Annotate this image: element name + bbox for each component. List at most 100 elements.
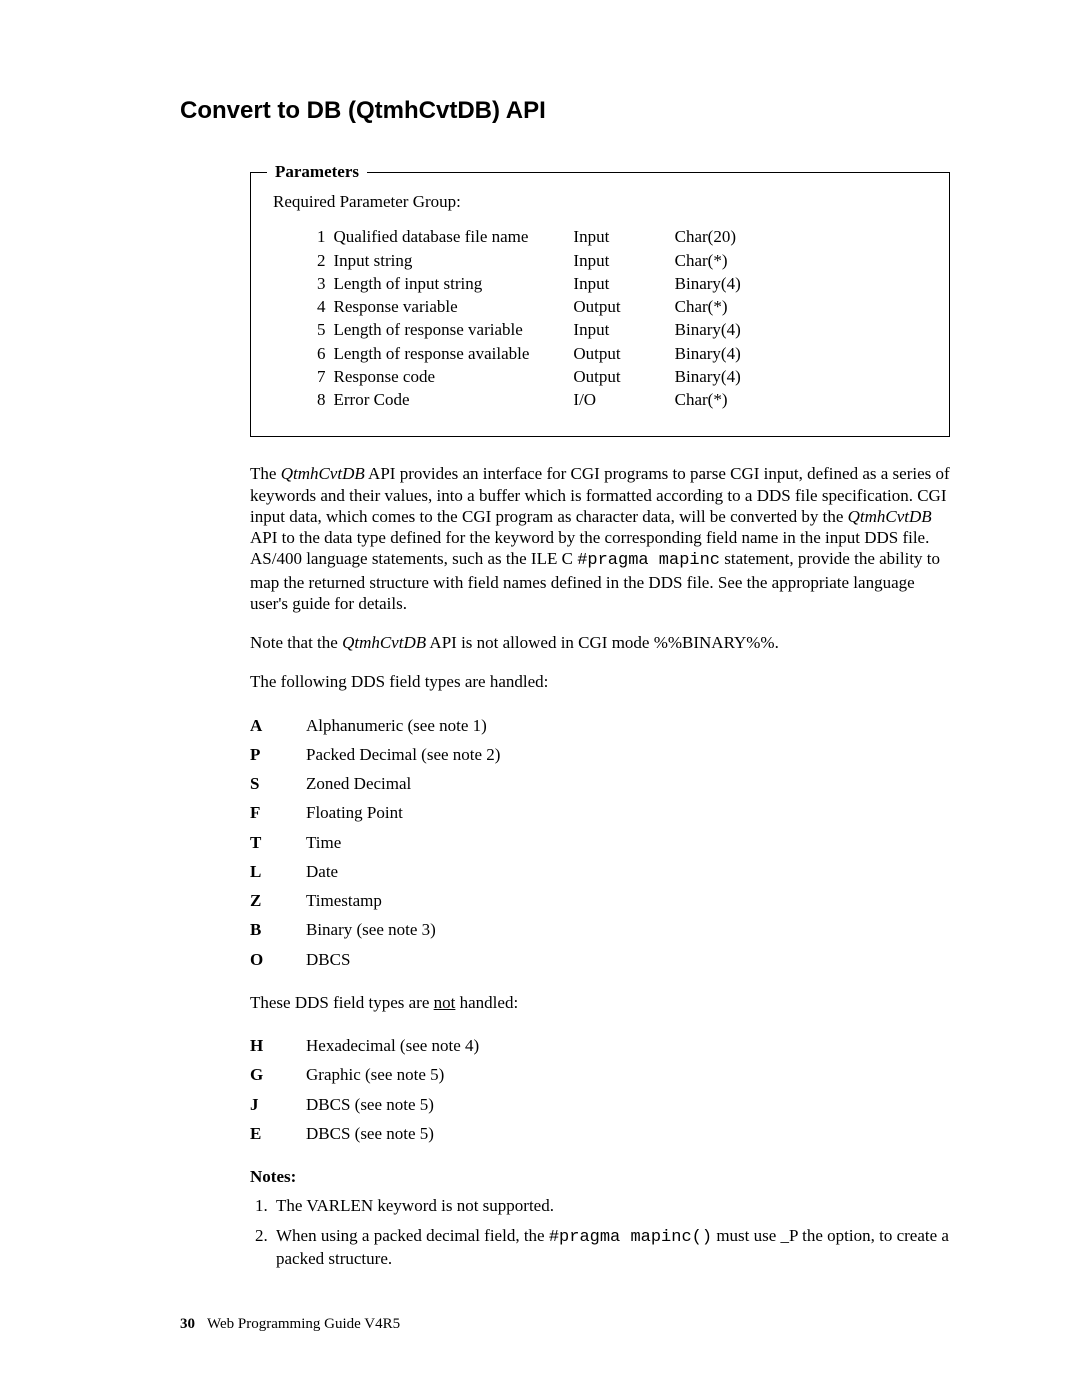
dds-code: T — [250, 832, 306, 853]
param-type: Char(*) — [635, 389, 755, 412]
not-handled-list: HHexadecimal (see note 4) GGraphic (see … — [250, 1031, 950, 1148]
table-row: 7 Response code Output Binary(4) — [317, 366, 755, 389]
required-parameter-group-label: Required Parameter Group: — [273, 191, 927, 212]
param-number: 1 — [317, 226, 334, 249]
api-name: QtmhCvtDB — [281, 464, 365, 483]
dds-desc: DBCS (see note 5) — [306, 1094, 434, 1115]
param-type: Binary(4) — [635, 343, 755, 366]
dds-code: G — [250, 1064, 306, 1085]
param-desc: Response code — [334, 366, 544, 389]
handled-list: AAlphanumeric (see note 1) PPacked Decim… — [250, 711, 950, 974]
dds-code: H — [250, 1035, 306, 1056]
param-number: 6 — [317, 343, 334, 366]
list-item: SZoned Decimal — [250, 769, 950, 798]
param-desc: Response variable — [334, 296, 544, 319]
param-desc: Qualified database file name — [334, 226, 544, 249]
param-type: Char(*) — [635, 250, 755, 273]
dds-desc: Date — [306, 861, 338, 882]
paragraph-2: Note that the QtmhCvtDB API is not allow… — [250, 632, 950, 653]
parameters-legend: Parameters — [267, 161, 367, 182]
page-title: Convert to DB (QtmhCvtDB) API — [180, 96, 950, 126]
dds-desc: Binary (see note 3) — [306, 919, 436, 940]
paragraph-1: The QtmhCvtDB API provides an interface … — [250, 463, 950, 614]
table-row: 5 Length of response variable Input Bina… — [317, 319, 755, 342]
param-direction: Output — [543, 366, 634, 389]
dds-desc: DBCS — [306, 949, 350, 970]
param-direction: Output — [543, 343, 634, 366]
api-name: QtmhCvtDB — [848, 507, 932, 526]
param-desc: Input string — [334, 250, 544, 273]
param-type: Binary(4) — [635, 273, 755, 296]
param-desc: Length of response available — [334, 343, 544, 366]
list-item: PPacked Decimal (see note 2) — [250, 740, 950, 769]
param-type: Binary(4) — [635, 366, 755, 389]
page-footer: 30 Web Programming Guide V4R5 — [180, 1315, 950, 1334]
dds-desc: Packed Decimal (see note 2) — [306, 744, 500, 765]
dds-code: Z — [250, 890, 306, 911]
dds-desc: Graphic (see note 5) — [306, 1064, 444, 1085]
dds-desc: Timestamp — [306, 890, 382, 911]
list-item: TTime — [250, 828, 950, 857]
list-item: HHexadecimal (see note 4) — [250, 1031, 950, 1060]
param-type: Char(*) — [635, 296, 755, 319]
dds-code: A — [250, 715, 306, 736]
dds-code: J — [250, 1094, 306, 1115]
code-pragma: #pragma mapinc() — [549, 1228, 712, 1247]
handled-intro: The following DDS field types are handle… — [250, 671, 950, 692]
table-row: 4 Response variable Output Char(*) — [317, 296, 755, 319]
dds-code: O — [250, 949, 306, 970]
list-item: EDBCS (see note 5) — [250, 1119, 950, 1148]
list-item: GGraphic (see note 5) — [250, 1060, 950, 1089]
table-row: 6 Length of response available Output Bi… — [317, 343, 755, 366]
param-desc: Length of response variable — [334, 319, 544, 342]
param-type: Binary(4) — [635, 319, 755, 342]
dds-code: P — [250, 744, 306, 765]
param-direction: Input — [543, 273, 634, 296]
list-item: BBinary (see note 3) — [250, 915, 950, 944]
dds-desc: Floating Point — [306, 802, 403, 823]
dds-code: S — [250, 773, 306, 794]
note-item: The VARLEN keyword is not supported. — [272, 1193, 950, 1222]
dds-desc: DBCS (see note 5) — [306, 1123, 434, 1144]
list-item: ODBCS — [250, 945, 950, 974]
param-direction: Output — [543, 296, 634, 319]
dds-desc: Hexadecimal (see note 4) — [306, 1035, 479, 1056]
code-pragma: #pragma mapinc — [577, 551, 720, 570]
dds-code: L — [250, 861, 306, 882]
notes-list: The VARLEN keyword is not supported. Whe… — [250, 1193, 950, 1275]
param-number: 7 — [317, 366, 334, 389]
param-direction: I/O — [543, 389, 634, 412]
table-row: 1 Qualified database file name Input Cha… — [317, 226, 755, 249]
table-row: 2 Input string Input Char(*) — [317, 250, 755, 273]
param-number: 8 — [317, 389, 334, 412]
table-row: 8 Error Code I/O Char(*) — [317, 389, 755, 412]
param-number: 5 — [317, 319, 334, 342]
dds-code: E — [250, 1123, 306, 1144]
dds-desc: Time — [306, 832, 341, 853]
dds-code: B — [250, 919, 306, 940]
footer-text: Web Programming Guide V4R5 — [207, 1316, 400, 1332]
list-item: FFloating Point — [250, 798, 950, 827]
list-item: JDBCS (see note 5) — [250, 1090, 950, 1119]
list-item: AAlphanumeric (see note 1) — [250, 711, 950, 740]
parameters-box: Parameters Required Parameter Group: 1 Q… — [250, 172, 950, 437]
param-desc: Length of input string — [334, 273, 544, 296]
param-direction: Input — [543, 226, 634, 249]
list-item: ZTimestamp — [250, 886, 950, 915]
page-number: 30 — [180, 1316, 195, 1332]
parameters-table: 1 Qualified database file name Input Cha… — [317, 226, 755, 412]
notes-label: Notes: — [250, 1166, 950, 1187]
param-desc: Error Code — [334, 389, 544, 412]
param-direction: Input — [543, 319, 634, 342]
list-item: LDate — [250, 857, 950, 886]
dds-desc: Alphanumeric (see note 1) — [306, 715, 487, 736]
param-number: 2 — [317, 250, 334, 273]
body-text: The QtmhCvtDB API provides an interface … — [250, 463, 950, 1275]
not-underline: not — [434, 993, 456, 1012]
dds-code: F — [250, 802, 306, 823]
param-type: Char(20) — [635, 226, 755, 249]
note-item: When using a packed decimal field, the #… — [272, 1223, 950, 1276]
param-number: 3 — [317, 273, 334, 296]
api-name: QtmhCvtDB — [342, 633, 426, 652]
table-row: 3 Length of input string Input Binary(4) — [317, 273, 755, 296]
